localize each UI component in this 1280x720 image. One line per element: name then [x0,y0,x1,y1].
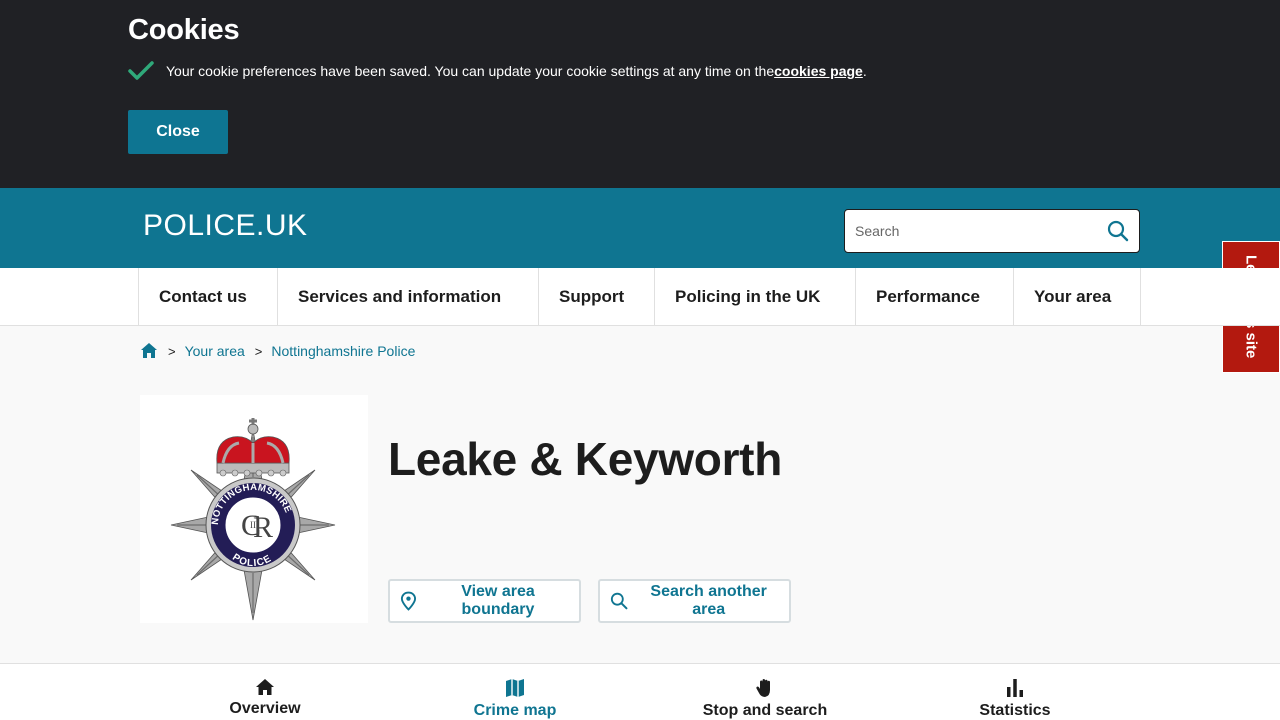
tab-crime-map-label: Crime map [473,702,557,719]
breadcrumb-your-area[interactable]: Your area [185,343,245,359]
main-nav: Contact us Services and information Supp… [0,268,1280,326]
tab-crime-map[interactable]: Crime map [435,664,595,720]
tab-overview[interactable]: Overview [185,664,345,720]
map-icon [506,679,524,697]
nav-item-your-area[interactable]: Your area [1014,268,1141,326]
map-pin-icon [400,591,417,611]
search-another-area-button[interactable]: Search another area [598,579,791,623]
nav-item-performance[interactable]: Performance [856,268,1014,326]
svg-text:III: III [250,520,259,530]
cookie-banner-title: Cookies [128,14,240,46]
nav-item-policing-uk[interactable]: Policing in the UK [655,268,856,326]
checkmark-icon [128,61,154,80]
tab-statistics-label: Statistics [979,702,1051,719]
site-logo[interactable]: POLICE.UK [143,209,308,243]
tab-stop-and-search[interactable]: Stop and search [685,664,845,720]
search-box [844,209,1140,253]
search-input[interactable] [845,223,1095,239]
tab-stop-and-search-label: Stop and search [702,702,828,719]
cookie-message-end: . [862,63,867,79]
site-header: POLICE.UK [0,188,1280,268]
hand-icon [756,679,770,697]
breadcrumb-separator: > [254,343,263,359]
nottinghamshire-police-crest: C R III NOTTINGHAMSHIRE POLICE [170,418,336,621]
breadcrumb: > Your area > Nottinghamshire Police [140,342,415,360]
breadcrumb-separator: > [168,343,176,359]
view-area-boundary-button[interactable]: View area boundary [388,579,581,623]
cookie-confirmation: Your cookie preferences have been saved.… [128,60,867,82]
cookie-message: Your cookie preferences have been saved.… [166,63,775,79]
search-icon[interactable] [1107,220,1129,242]
breadcrumb-force[interactable]: Nottinghamshire Police [271,343,415,359]
area-tabs: Overview Crime map Stop and search Stati… [0,663,1280,720]
bar-chart-icon [1007,679,1023,697]
cookie-banner: Cookies Your cookie preferences have bee… [0,0,1280,188]
view-area-boundary-label: View area boundary [461,583,535,618]
search-another-area-label: Search another area [650,583,767,618]
home-icon [256,679,274,695]
search-icon [610,592,628,610]
cookies-page-link[interactable]: cookies page [774,63,863,79]
cookie-close-button[interactable]: Close [128,110,228,154]
force-logo: C R III NOTTINGHAMSHIRE POLICE [140,395,368,623]
nav-item-support[interactable]: Support [539,268,655,326]
home-icon[interactable] [140,342,158,360]
tab-statistics[interactable]: Statistics [935,664,1095,720]
page-title: Leake & Keyworth [388,433,782,485]
nav-item-services-information[interactable]: Services and information [278,268,539,326]
nav-item-contact-us[interactable]: Contact us [138,268,278,326]
tab-overview-label: Overview [229,700,301,717]
